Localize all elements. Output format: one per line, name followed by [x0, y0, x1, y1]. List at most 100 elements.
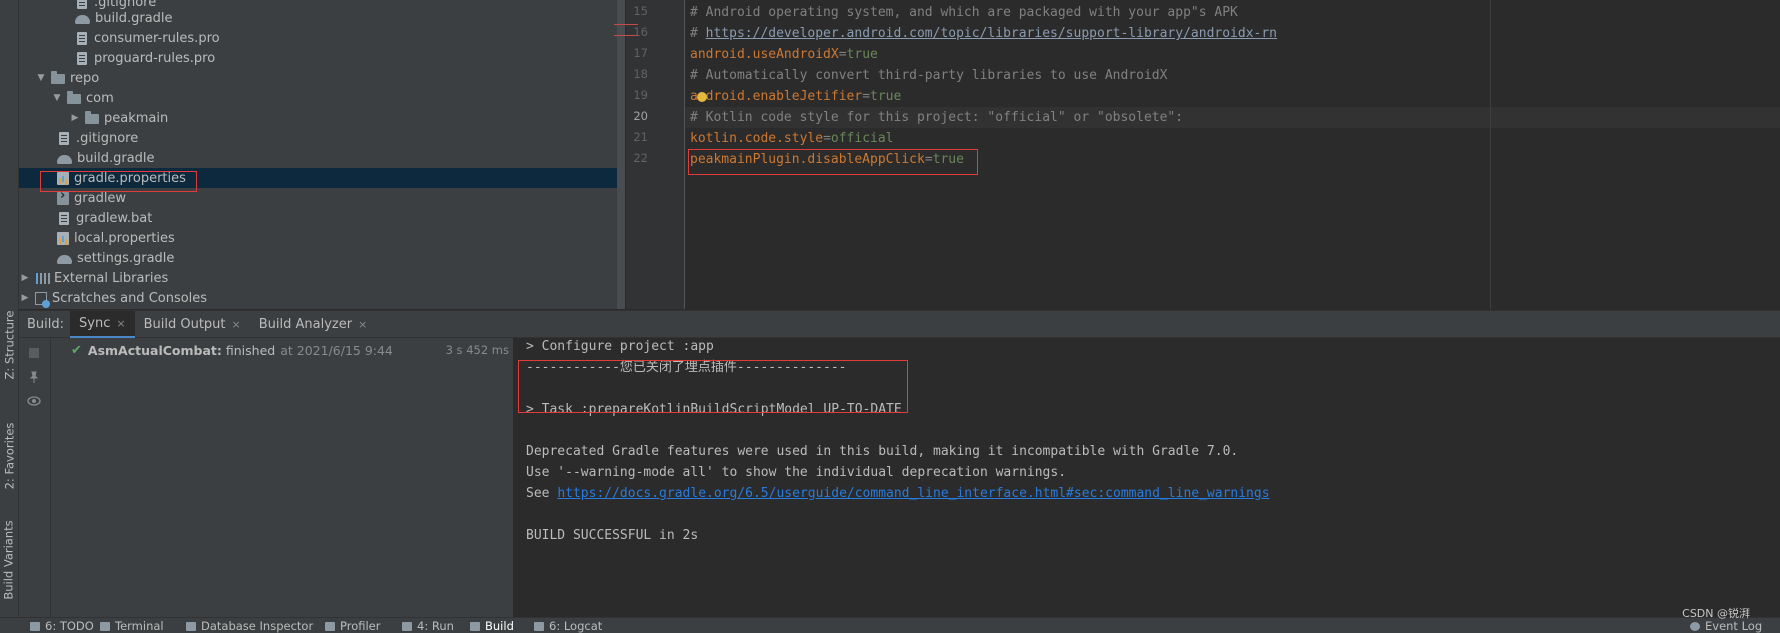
logcat-icon [534, 621, 544, 631]
tree-item-repo[interactable]: ▼ repo [19, 68, 621, 88]
structure-tab-label: Z: Structure [2, 310, 16, 380]
build-tool-window-header: Build: Sync × Build Output × Build Analy… [19, 310, 1780, 338]
build-tab[interactable]: Build [470, 619, 514, 633]
stop-icon[interactable] [27, 346, 41, 360]
property-eq: = [862, 89, 871, 104]
tree-item-label: proguard-rules.pro [94, 50, 216, 66]
console-line: > Configure project :app [526, 339, 714, 354]
tree-item-com[interactable]: ▼ com [19, 88, 621, 108]
tree-item-label: External Libraries [54, 270, 169, 286]
console-line: Deprecated Gradle features were used in … [526, 444, 1239, 459]
tree-item-label: gradlew [74, 190, 127, 206]
chevron-right-icon[interactable]: ▶ [69, 113, 81, 123]
line-number: 18 [633, 67, 648, 81]
gitignore-file-icon [59, 131, 69, 145]
tree-item-gradlew-bat[interactable]: gradlew.bat [19, 208, 621, 228]
chevron-right-icon[interactable]: ▶ [19, 273, 31, 283]
console-line: Use '--warning-mode all' to show the ind… [526, 465, 1067, 480]
code-comment: # Automatically convert third-party libr… [690, 68, 1168, 83]
tab-build-output[interactable]: Build Output × [135, 311, 250, 338]
annotation-box [40, 171, 197, 192]
editor-gutter: 15 16 17 18 19 20 21 22 [614, 0, 685, 309]
folder-icon [51, 70, 65, 84]
build-result-row[interactable]: ✔ AsmActualCombat: finished at 2021/6/15… [71, 340, 509, 360]
chevron-down-icon[interactable]: ▼ [51, 93, 63, 103]
change-marker [614, 24, 638, 25]
annotation-box [688, 149, 978, 175]
tree-item-gitignore-2[interactable]: .gitignore [19, 128, 621, 148]
build-variants-tab-label: Build Variants [2, 520, 16, 600]
favorites-tab[interactable]: 2: Favorites [0, 410, 18, 502]
build-timestamp: at 2021/6/15 9:44 [280, 342, 393, 358]
bottom-tab-label: Event Log [1705, 619, 1763, 633]
tree-item-label: build.gradle [95, 10, 173, 26]
build-status: finished [225, 342, 276, 358]
tree-item-build-gradle-2[interactable]: build.gradle [19, 148, 621, 168]
gradle-icon [57, 154, 72, 164]
code-line-19: android.enableJetifier=true [690, 86, 901, 107]
library-icon [35, 272, 49, 285]
close-icon[interactable]: × [232, 318, 241, 331]
tree-item-label: consumer-rules.pro [94, 30, 220, 46]
property-value: official [830, 131, 894, 146]
run-icon [402, 621, 412, 631]
tree-item-label: settings.gradle [77, 250, 175, 266]
bottom-tab-label: 4: Run [417, 619, 454, 633]
tree-item-scratches[interactable]: ▶ Scratches and Consoles [19, 288, 621, 308]
project-scrollbar[interactable] [617, 0, 625, 309]
structure-tab[interactable]: Z: Structure [0, 298, 18, 392]
code-line-16: # https://developer.android.com/topic/li… [690, 23, 1277, 44]
console-link[interactable]: https://docs.gradle.org/6.5/userguide/co… [557, 486, 1269, 501]
code-comment: # Kotlin code style for this project: "o… [690, 110, 1184, 125]
bottom-tool-bar: 6: TODO Terminal Database Inspector Prof… [0, 617, 1780, 633]
tree-item-local-properties[interactable]: local.properties [19, 228, 621, 248]
profiler-tab[interactable]: Profiler [325, 619, 381, 633]
todo-tab[interactable]: 6: TODO [30, 619, 94, 633]
tree-item-settings-gradle[interactable]: settings.gradle [19, 248, 621, 268]
tree-item-peakmain[interactable]: ▶ peakmain [19, 108, 621, 128]
terminal-tab[interactable]: Terminal [100, 619, 164, 633]
annotation-box [518, 360, 908, 413]
property-key: android.enableJetifier [690, 89, 863, 104]
run-tab[interactable]: 4: Run [402, 619, 454, 633]
lightbulb-icon[interactable] [697, 92, 707, 102]
build-result-tree: ✔ AsmActualCombat: finished at 2021/6/15… [51, 338, 514, 617]
line-number: 17 [633, 46, 648, 60]
code-comment-link[interactable]: https://developer.android.com/topic/libr… [706, 26, 1277, 41]
code-line-15: # Android operating system, and which ar… [690, 2, 1238, 23]
code-line-17: android.useAndroidX=true [690, 44, 878, 65]
tree-item-label: .gitignore [76, 130, 139, 146]
eye-icon[interactable] [27, 394, 41, 408]
text-file-icon [77, 31, 87, 45]
tree-item-label: com [86, 90, 114, 106]
code-line-21: kotlin.code.style=official [690, 128, 894, 149]
tree-item-external-libraries[interactable]: ▶ External Libraries [19, 268, 621, 288]
right-margin-guide [1490, 0, 1491, 309]
close-icon[interactable]: × [116, 317, 125, 330]
database-inspector-tab[interactable]: Database Inspector [186, 619, 313, 633]
tree-item-label: build.gradle [77, 150, 155, 166]
tree-item-proguard-rules[interactable]: proguard-rules.pro [19, 48, 621, 68]
check-icon: ✔ [71, 342, 82, 358]
tab-sync[interactable]: Sync × [70, 310, 135, 338]
favorites-tab-label: 2: Favorites [2, 422, 17, 490]
pin-icon[interactable] [27, 370, 41, 384]
build-panel-title: Build: [27, 316, 65, 332]
tree-item-label: repo [70, 70, 100, 86]
line-number: 16 [633, 25, 648, 39]
chevron-right-icon[interactable]: ▶ [19, 293, 31, 303]
tree-item-build-gradle-1[interactable]: build.gradle [19, 8, 621, 28]
bottom-tab-label: Build [485, 619, 514, 633]
gradle-icon [57, 254, 72, 264]
build-variants-tab[interactable]: Build Variants [0, 512, 18, 608]
code-comment: # Android operating system, and which ar… [690, 5, 1238, 20]
close-icon[interactable]: × [358, 318, 367, 331]
logcat-tab[interactable]: 6: Logcat [534, 619, 602, 633]
tree-item-consumer-rules[interactable]: consumer-rules.pro [19, 28, 621, 48]
tab-build-analyzer[interactable]: Build Analyzer × [250, 311, 377, 338]
chevron-down-icon[interactable]: ▼ [35, 73, 47, 83]
database-icon [186, 621, 196, 631]
tab-sync-label: Sync [79, 315, 111, 331]
event-log-tab[interactable]: Event Log [1690, 619, 1762, 633]
bottom-tab-label: Database Inspector [201, 619, 314, 633]
